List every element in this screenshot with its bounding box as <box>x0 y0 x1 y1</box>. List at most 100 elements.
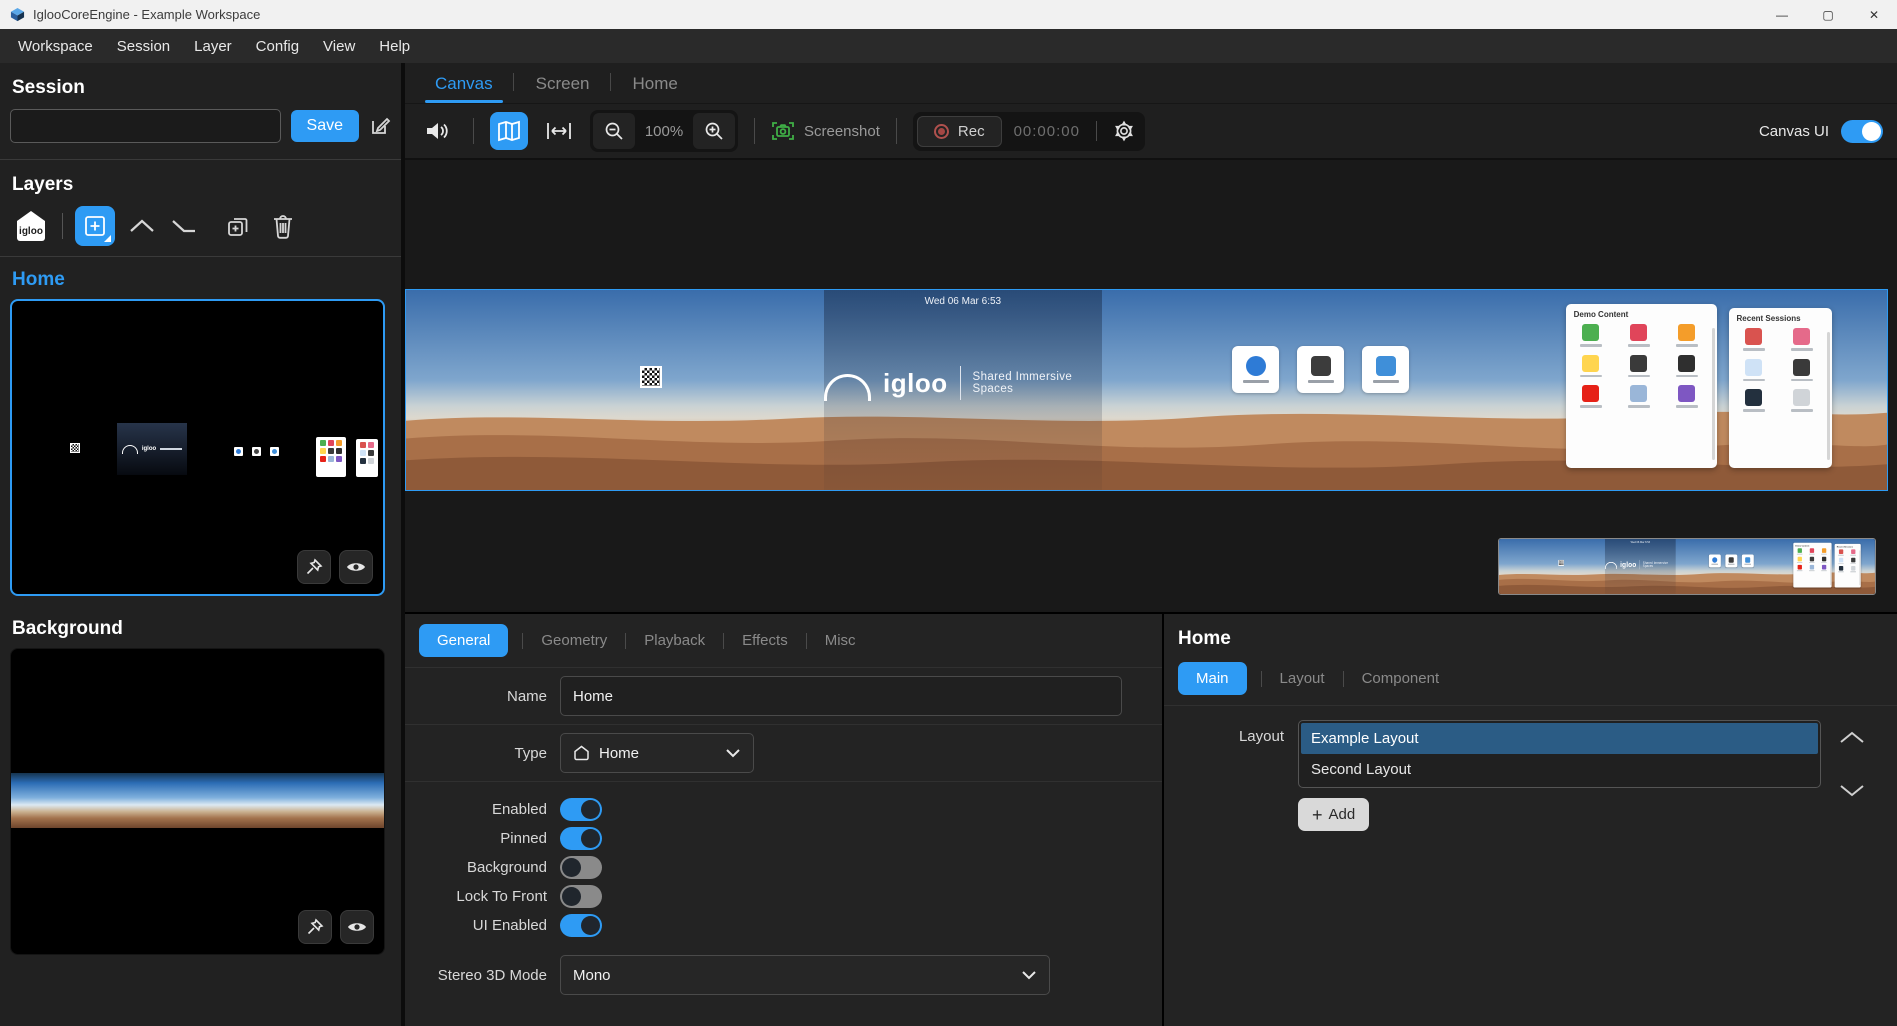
app-icon[interactable] <box>1622 385 1656 408</box>
ui-enabled-toggle[interactable] <box>560 914 602 937</box>
pin-layer-button[interactable] <box>298 910 332 944</box>
minimize-button[interactable]: — <box>1759 0 1805 29</box>
app-icon[interactable] <box>1574 385 1608 408</box>
app-icon[interactable] <box>1574 355 1608 378</box>
app-icon[interactable] <box>320 440 326 446</box>
home-layer-label[interactable]: Home <box>12 269 391 291</box>
canvas-ui-toggle[interactable] <box>1841 120 1883 143</box>
close-button[interactable]: ✕ <box>1851 0 1897 29</box>
app-icon[interactable] <box>368 458 374 464</box>
add-layout-button[interactable]: + Add <box>1298 798 1369 831</box>
tab-playback[interactable]: Playback <box>626 624 723 657</box>
app-icon[interactable] <box>1785 328 1819 351</box>
name-input[interactable] <box>560 676 1122 716</box>
igloo-layer-icon[interactable]: igloo <box>12 208 50 244</box>
session-input[interactable] <box>10 109 281 143</box>
tab-layout[interactable]: Layout <box>1262 662 1343 695</box>
app-icon[interactable] <box>1670 385 1704 408</box>
stereo-3d-mode-dropdown[interactable]: Mono <box>560 955 1050 995</box>
app-icon[interactable] <box>320 448 326 454</box>
save-button[interactable]: Save <box>291 110 359 142</box>
edit-session-icon[interactable] <box>369 115 391 137</box>
app-icon[interactable] <box>1737 359 1771 382</box>
app-icon[interactable] <box>1622 324 1656 347</box>
menu-help[interactable]: Help <box>367 32 422 61</box>
recent-sessions-panel[interactable]: Recent Sessions <box>1729 308 1832 468</box>
tab-canvas[interactable]: Canvas <box>431 66 497 103</box>
enabled-toggle[interactable] <box>560 798 602 821</box>
minimap-panorama[interactable]: Wed 06 Mar 6:53 igloo Shared Immersive S… <box>1499 539 1875 594</box>
panorama[interactable]: Wed 06 Mar 6:53 igloo Shared Immersive S… <box>405 289 1888 491</box>
layout-list[interactable]: Example Layout Second Layout <box>1298 720 1821 788</box>
app-icon[interactable] <box>1670 324 1704 347</box>
visibility-layer-button[interactable] <box>340 910 374 944</box>
menu-workspace[interactable]: Workspace <box>6 32 105 61</box>
screenshot-button[interactable]: Screenshot <box>771 120 880 142</box>
tab-geometry[interactable]: Geometry <box>523 624 625 657</box>
app-icon[interactable] <box>1574 324 1608 347</box>
app-icon[interactable] <box>360 450 366 456</box>
audio-button[interactable] <box>419 112 457 150</box>
background-layer-thumbnail[interactable] <box>10 648 385 955</box>
delete-layer-button[interactable] <box>271 213 295 239</box>
scrollbar[interactable] <box>1712 328 1715 460</box>
add-layer-button[interactable] <box>75 206 115 246</box>
app-tile[interactable] <box>1297 346 1344 393</box>
canvas-viewport[interactable]: Wed 06 Mar 6:53 igloo Shared Immersive S… <box>405 158 1897 612</box>
tab-screen[interactable]: Screen <box>532 66 594 103</box>
visibility-layer-button[interactable] <box>339 550 373 584</box>
app-icon[interactable] <box>360 458 366 464</box>
fit-width-button[interactable] <box>540 112 578 150</box>
tab-component[interactable]: Component <box>1344 662 1458 695</box>
record-settings-button[interactable] <box>1113 120 1135 142</box>
app-icon[interactable] <box>328 456 334 462</box>
zoom-out-button[interactable] <box>593 113 635 149</box>
app-icon[interactable] <box>1737 389 1771 412</box>
app-icon[interactable] <box>336 440 342 446</box>
app-icon[interactable] <box>328 448 334 454</box>
pinned-toggle[interactable] <box>560 827 602 850</box>
layout-item-example[interactable]: Example Layout <box>1301 723 1818 754</box>
background-toggle[interactable] <box>560 856 602 879</box>
type-dropdown[interactable]: Home <box>560 733 754 773</box>
menu-config[interactable]: Config <box>244 32 311 61</box>
app-tile[interactable] <box>1232 346 1279 393</box>
tab-misc[interactable]: Misc <box>807 624 874 657</box>
tab-home[interactable]: Home <box>629 66 682 103</box>
demo-content-panel[interactable]: Demo Content <box>1566 304 1717 468</box>
layout-item-second[interactable]: Second Layout <box>1301 754 1818 785</box>
app-icon[interactable] <box>368 450 374 456</box>
zoom-in-button[interactable] <box>693 113 735 149</box>
background-layer-label[interactable]: Background <box>12 618 391 640</box>
record-button[interactable]: Rec <box>917 116 1002 147</box>
move-layout-down-button[interactable] <box>1838 783 1866 798</box>
home-layer-thumbnail[interactable]: igloo <box>10 299 385 596</box>
tab-effects[interactable]: Effects <box>724 624 806 657</box>
duplicate-layer-button[interactable] <box>225 213 251 239</box>
app-icon[interactable] <box>336 456 342 462</box>
minimap[interactable]: Wed 06 Mar 6:53 igloo Shared Immersive S… <box>1498 538 1876 595</box>
app-tile[interactable] <box>1362 346 1409 393</box>
menu-layer[interactable]: Layer <box>182 32 244 61</box>
move-layer-up-button[interactable] <box>127 218 157 234</box>
menu-view[interactable]: View <box>311 32 367 61</box>
pin-layer-button[interactable] <box>297 550 331 584</box>
lock-to-front-toggle[interactable] <box>560 885 602 908</box>
app-icon[interactable] <box>1785 359 1819 382</box>
tab-general[interactable]: General <box>419 624 508 657</box>
map-view-button[interactable] <box>490 112 528 150</box>
app-icon[interactable] <box>1785 389 1819 412</box>
maximize-button[interactable]: ▢ <box>1805 0 1851 29</box>
move-layout-up-button[interactable] <box>1838 730 1866 745</box>
menu-session[interactable]: Session <box>105 32 182 61</box>
app-icon[interactable] <box>328 440 334 446</box>
tab-main[interactable]: Main <box>1178 662 1247 695</box>
move-layer-down-button[interactable] <box>169 218 199 234</box>
zoom-level[interactable]: 100% <box>635 123 693 140</box>
scrollbar[interactable] <box>1827 332 1830 460</box>
app-icon[interactable] <box>320 456 326 462</box>
app-icon[interactable] <box>1622 355 1656 378</box>
app-icon[interactable] <box>368 442 374 448</box>
app-icon[interactable] <box>1670 355 1704 378</box>
app-icon[interactable] <box>1737 328 1771 351</box>
